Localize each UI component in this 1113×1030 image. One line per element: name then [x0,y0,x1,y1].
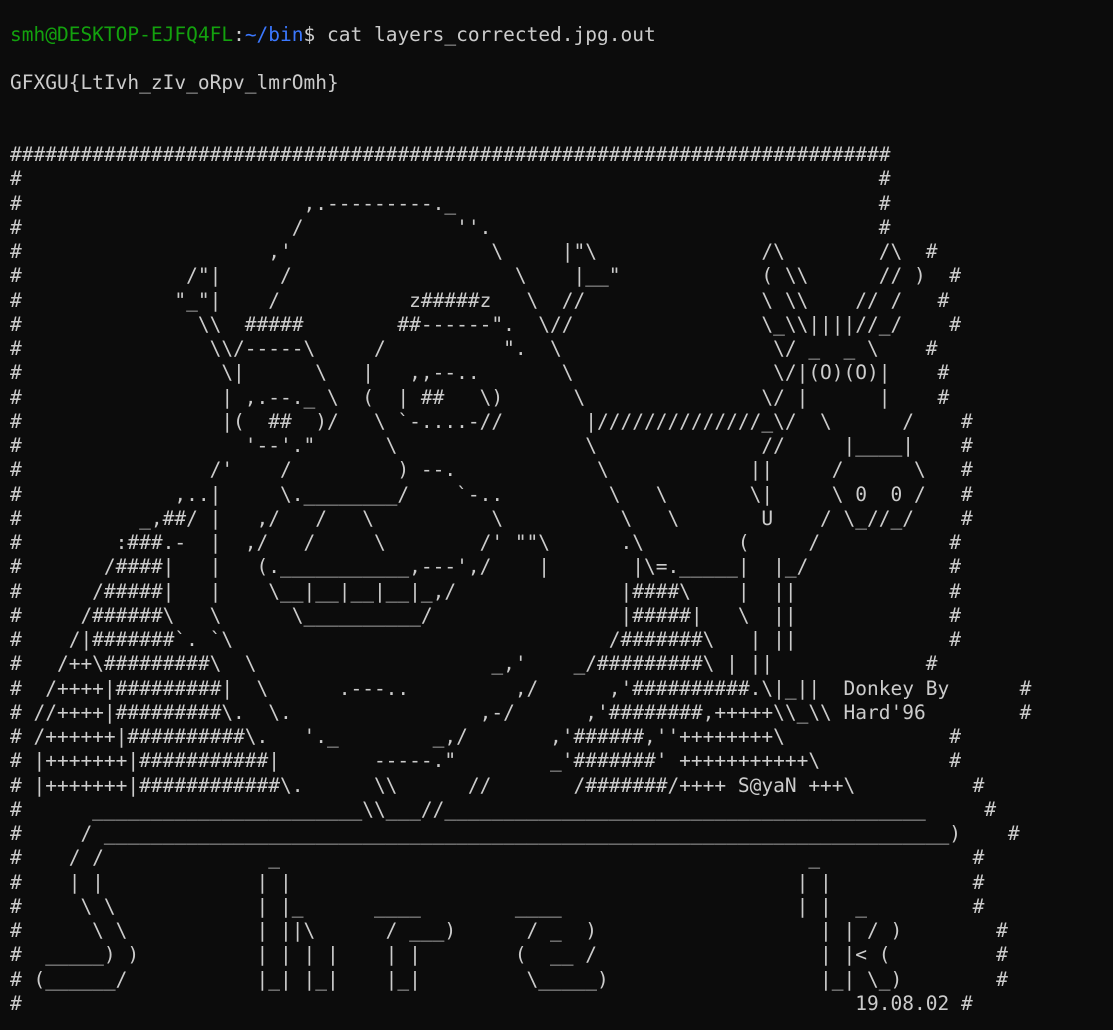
ascii-art-line: ########################################… [10,143,891,166]
ascii-art-line: # |( ## )/ \ `-....-// |//////////////_\… [10,409,973,433]
ascii-art-line: # \ \ | ||\ / ___) / _ ) | | / ) # [10,919,1008,942]
ascii-art-line: # /#####| | \__|__|__|__|_,/ |####\ | ||… [10,579,961,603]
command-line: smh@DESKTOP-EJFQ4FL:~/bin$ cat layers_co… [10,23,656,47]
ascii-art-line: # _______________________\\___//________… [10,797,997,821]
ascii-art-output: ########################################… [10,143,1031,1016]
prompt-symbol: $ [303,23,327,46]
ascii-art-line: # / / _ _ # [10,846,985,870]
command-text: cat layers_corrected.jpg.out [327,23,656,46]
ascii-art-line: # # [10,167,891,191]
ascii-art-line: # //++++|#########\. \. ,-/ ,'########,+… [10,700,1032,724]
ascii-art-line: # ,' \ |"\ /\ /\ # [10,240,938,263]
ascii-art-line: # "_"| / z#####z \ // \ \\ // / # [10,288,950,312]
ascii-art-line: # /"| / \ |__" ( \\ // ) # [10,264,961,288]
ascii-art-line: # :###.- | ,/ / \ /' ""\ .\ ( / # [10,531,961,554]
ascii-art-line: # \\ ##### ##------". \// \_\\||||//_/ # [10,312,961,336]
ascii-art-line: # / ____________________________________… [10,822,1020,845]
ascii-art-line: # 19.08.02 # [10,991,973,1015]
ascii-art-line: # '--'." \ \ // |____| # [10,434,973,457]
ascii-art-line: # (______/ |_| |_| |_| \_____) |_| \_) # [10,967,1008,991]
ascii-art-line: # /++\#########\ \ _,' _/#########\ | ||… [10,652,938,676]
ascii-art-line: # /++++|#########| \ .---.. ,/ ,'#######… [10,676,1032,700]
ascii-art-line: # |+++++++|############\. \\ // /#######… [10,773,985,797]
ascii-art-line: # /####| | (.___________,---',/ | |\=.__… [10,555,961,579]
prompt-path: ~/bin [244,23,304,46]
terminal-window[interactable]: smh@DESKTOP-EJFQ4FL:~/bin$ cat layers_co… [0,0,1113,1030]
ascii-art-line: # /|#######`. `\ /#######\ | || # [10,628,961,651]
ascii-art-line: # _____) ) | | | | | | ( __ / | |< ( # [10,943,1008,967]
ascii-art-line: # \| \ | ,,--.. \ \/|(O)(O)| # [10,361,950,385]
ascii-art-line: # _,##/ | ,/ / \ \ \ \ U / \_//_/ # [10,506,973,530]
ascii-art-line: # | ,.--._ \ ( | ## \) \ \/ | | # [10,385,950,409]
prompt-separator: : [233,23,245,46]
ascii-art-line: # / ''. # [10,215,891,239]
ascii-art-line: # ,..| \.________/ `-.. \ \ \| \ 0 0 / # [10,482,973,506]
ascii-art-line: # /######\ \ \__________/ |#####| \ || # [10,603,961,627]
flag-output: GFXGU{LtIvh_zIv_oRpv_lmrOmh} [10,71,339,94]
ascii-art-line: # /' / ) --. \ || / \ # [10,458,973,482]
ascii-art-line: # /++++++|##########\. '._ _,/ ,'######,… [10,725,961,748]
ascii-art-line: # \ \ | |_ ____ ____ | | _ # [10,894,985,918]
ascii-art-line: # |+++++++|###########| -----." _'######… [10,749,961,773]
ascii-art-line: # ,.---------._ # [10,191,891,215]
prompt-user-host: smh@DESKTOP-EJFQ4FL [10,23,234,46]
ascii-art-line: # | | | | | | # [10,870,985,894]
ascii-art-line: # \\/-----\ / ". \ \/ _ _ \ # [10,337,938,360]
